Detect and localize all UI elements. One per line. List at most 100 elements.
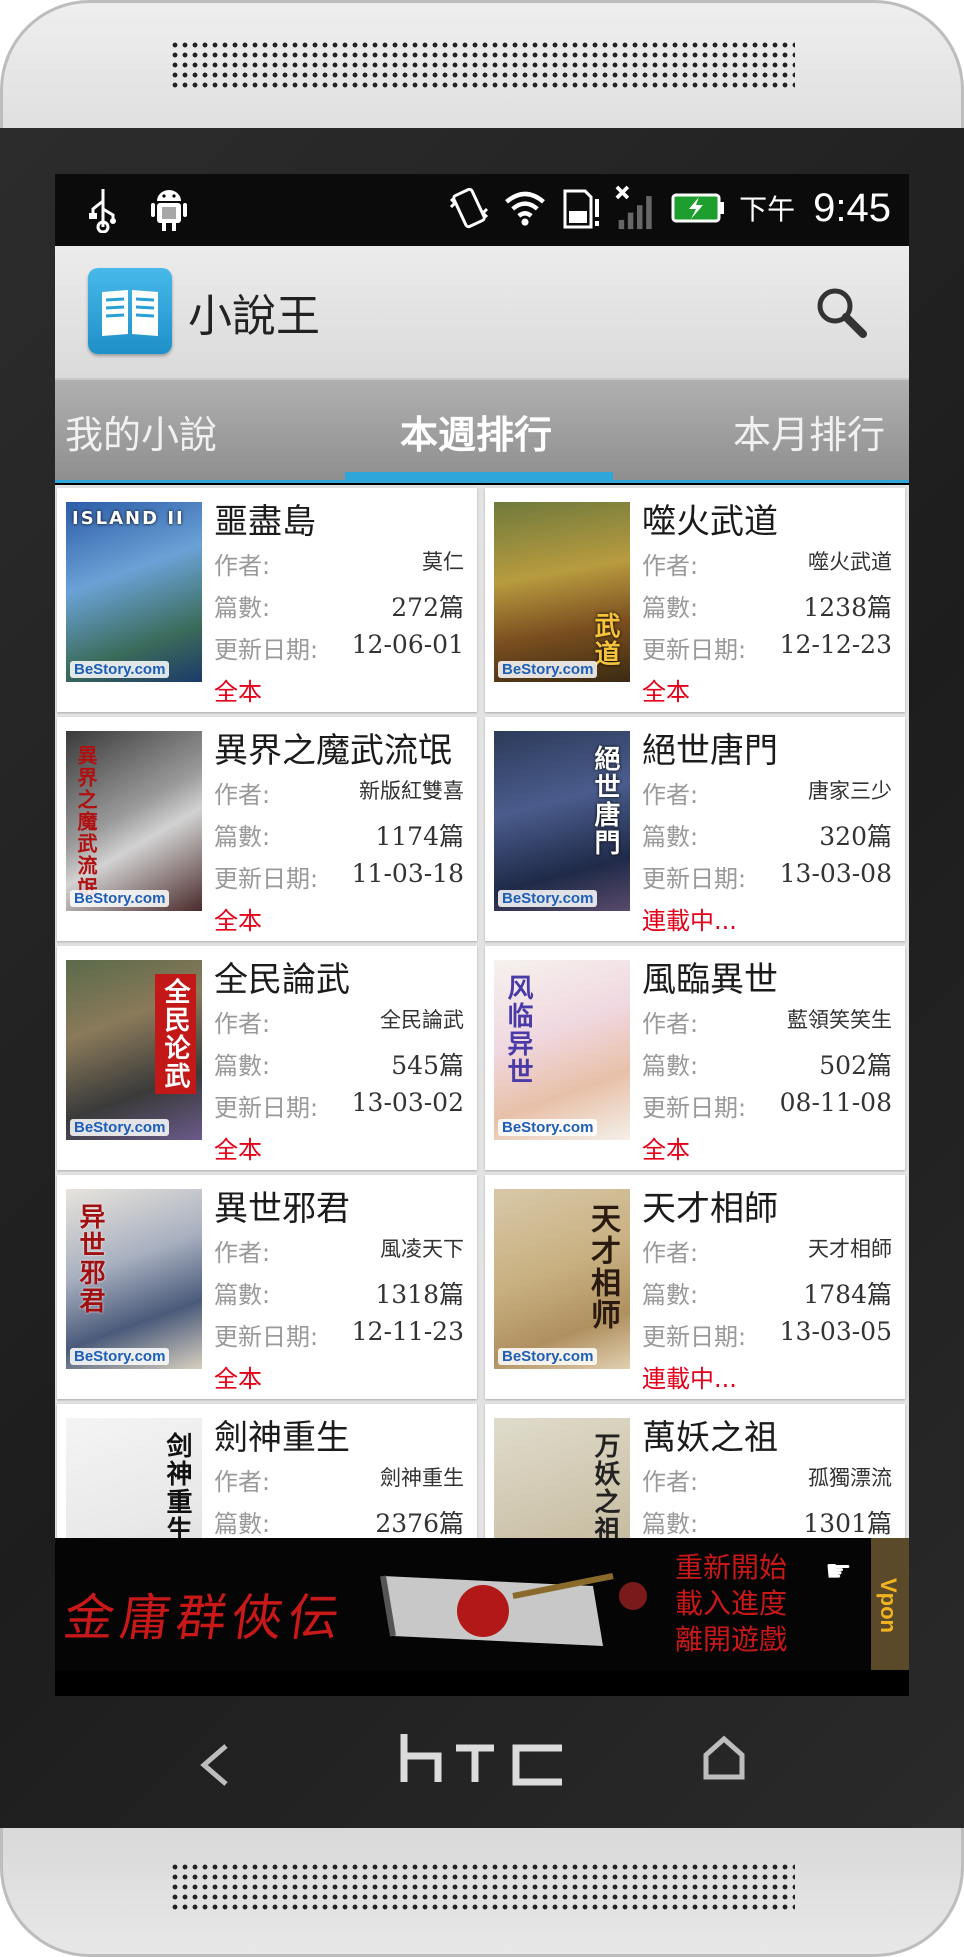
novel-card[interactable]: 絕世唐門 BeStory.com 絕世唐門 作者: 唐家三少 篇數: 320篇 更新…: [485, 717, 905, 941]
novel-date: 08-11-08: [779, 1088, 892, 1117]
usb-icon: [81, 184, 125, 236]
novel-date: 13-03-02: [351, 1088, 464, 1117]
tab-bar: 我的小說 本週排行 本月排行: [55, 380, 909, 483]
novel-author: 孤獨漂流: [808, 1466, 892, 1490]
novel-title: 萬妖之祖: [642, 1418, 778, 1458]
novel-cover: 异世邪君 BeStory.com: [66, 1189, 202, 1369]
novel-title: 異世邪君: [214, 1189, 350, 1229]
novel-card[interactable]: 天才相师 BeStory.com 天才相師 作者: 天才相師 篇數: 1784篇 更…: [485, 1175, 905, 1399]
speaker-grille-bottom: [170, 1862, 795, 1910]
home-icon[interactable]: [700, 1733, 748, 1783]
novel-author: 藍領笑笑生: [787, 1008, 892, 1032]
novel-chapters: 2376篇: [375, 1509, 464, 1538]
no-signal-icon: [615, 182, 659, 234]
novel-cover: 武道 BeStory.com: [494, 502, 630, 682]
novel-author: 新版紅雙喜: [359, 779, 464, 803]
book-icon[interactable]: [88, 268, 172, 354]
novel-status: 全本: [642, 1136, 690, 1164]
novel-card[interactable]: ISLAND II BeStory.com 噩盡島 作者: 莫仁 篇數: 272篇 …: [57, 488, 477, 712]
novel-date: 12-12-23: [779, 630, 892, 659]
htc-logo: [400, 1734, 562, 1786]
pointing-hand-icon: ☛: [825, 1554, 852, 1589]
clock-ampm: 下午: [739, 193, 796, 226]
ad-headline: 金庸群俠伝: [60, 1589, 349, 1647]
novel-status: 全本: [214, 907, 262, 935]
novel-author: 劍神重生: [380, 1466, 464, 1490]
novel-cover: ISLAND II BeStory.com: [66, 502, 202, 682]
ad-network-tag: Vpon: [871, 1538, 909, 1670]
tab-active-indicator: [345, 472, 613, 482]
novel-card[interactable]: 异世邪君 BeStory.com 異世邪君 作者: 風凌天下 篇數: 1318篇 更…: [57, 1175, 477, 1399]
ad-menu: 重新開始 載入進度 離開遊戲: [675, 1551, 788, 1656]
novel-chapters: 1238篇: [803, 593, 892, 622]
novel-date: 12-11-23: [351, 1317, 464, 1346]
novel-date: 13-03-08: [779, 859, 892, 888]
novel-chapters: 1784篇: [803, 1280, 892, 1309]
novel-chapters: 502篇: [819, 1051, 892, 1080]
wifi-icon: [503, 182, 547, 234]
novel-grid: ISLAND II BeStory.com 噩盡島 作者: 莫仁 篇數: 272篇 …: [55, 485, 909, 1538]
novel-title: 絕世唐門: [642, 731, 778, 771]
novel-cover: 絕世唐門 BeStory.com: [494, 731, 630, 911]
app-title: 小說王: [188, 291, 320, 342]
novel-title: 噬火武道: [642, 502, 778, 542]
android-debug-icon: [147, 184, 191, 236]
tab-weekly-ranking[interactable]: 本週排行: [400, 404, 552, 459]
novel-author: 莫仁: [422, 550, 464, 574]
tab-monthly-ranking[interactable]: 本月排行: [733, 404, 885, 459]
ad-illustration: [373, 1556, 673, 1656]
novel-status: 連載中...: [642, 1365, 737, 1393]
novel-cover: 全民论武 BeStory.com: [66, 960, 202, 1140]
novel-status: 全本: [214, 678, 262, 706]
vibrate-icon: [447, 182, 491, 234]
novel-cover: 万妖之祖: [494, 1418, 630, 1538]
novel-card[interactable]: 剑神重生 劍神重生 作者: 劍神重生 篇數: 2376篇: [57, 1404, 477, 1538]
novel-card[interactable]: 武道 BeStory.com 噬火武道 作者: 噬火武道 篇數: 1238篇 更新日…: [485, 488, 905, 712]
novel-chapters: 272篇: [391, 593, 464, 622]
novel-status: 連載中...: [642, 907, 737, 935]
novel-title: 風臨異世: [642, 960, 778, 1000]
novel-title: 天才相師: [642, 1189, 778, 1229]
novel-card[interactable]: 万妖之祖 萬妖之祖 作者: 孤獨漂流 篇數: 1301篇: [485, 1404, 905, 1538]
novel-chapters: 320篇: [819, 822, 892, 851]
novel-date: 13-03-05: [779, 1317, 892, 1346]
novel-author: 噬火武道: [808, 550, 892, 574]
status-bar: 下午 9:45: [55, 174, 909, 246]
novel-chapters: 1301篇: [803, 1509, 892, 1538]
novel-title: 全民論武: [214, 960, 350, 1000]
novel-cover: 天才相师 BeStory.com: [494, 1189, 630, 1369]
novel-chapters: 1174篇: [375, 822, 464, 851]
ad-banner[interactable]: 金庸群俠伝 重新開始 載入進度 離開遊戲 ☛ Vpon: [55, 1538, 909, 1670]
novel-date: 11-03-18: [351, 859, 464, 888]
clock-time: 9:45: [813, 185, 891, 230]
battery-charging-icon: [671, 182, 727, 234]
search-icon[interactable]: [811, 282, 871, 342]
speaker-grille-top: [170, 40, 795, 88]
novel-author: 天才相師: [808, 1237, 892, 1261]
phone-body: 下午 9:45 小說王 我的小說 本週排行 本月排行 ISLAND II BeS…: [0, 0, 964, 1957]
novel-date: 12-06-01: [351, 630, 464, 659]
novel-status: 全本: [642, 678, 690, 706]
novel-card[interactable]: 全民论武 BeStory.com 全民論武 作者: 全民論武 篇數: 545篇 更新…: [57, 946, 477, 1170]
novel-title: 噩盡島: [214, 502, 316, 542]
action-bar: 小說王: [55, 246, 909, 380]
novel-cover: 異界之魔武流氓 BeStory.com: [66, 731, 202, 911]
novel-author: 唐家三少: [808, 779, 892, 803]
novel-card[interactable]: 风临异世 BeStory.com 風臨異世 作者: 藍領笑笑生 篇數: 502篇 更…: [485, 946, 905, 1170]
back-icon[interactable]: [192, 1740, 238, 1790]
novel-author: 風凌天下: [380, 1237, 464, 1261]
novel-card[interactable]: 異界之魔武流氓 BeStory.com 異界之魔武流氓 作者: 新版紅雙喜 篇數:…: [57, 717, 477, 941]
novel-status: 全本: [214, 1365, 262, 1393]
novel-status: 全本: [214, 1136, 262, 1164]
novel-title: 劍神重生: [214, 1418, 350, 1458]
brand-logo: [398, 1730, 568, 1790]
novel-cover: 剑神重生: [66, 1418, 202, 1538]
novel-title: 異界之魔武流氓: [214, 731, 452, 771]
screen: 下午 9:45 小說王 我的小說 本週排行 本月排行 ISLAND II BeS…: [55, 174, 909, 1696]
tab-my-novels[interactable]: 我的小說: [65, 404, 217, 459]
sd-card-icon: [559, 182, 603, 234]
novel-chapters: 545篇: [391, 1051, 464, 1080]
novel-cover: 风临异世 BeStory.com: [494, 960, 630, 1140]
novel-author: 全民論武: [380, 1008, 464, 1032]
novel-chapters: 1318篇: [375, 1280, 464, 1309]
